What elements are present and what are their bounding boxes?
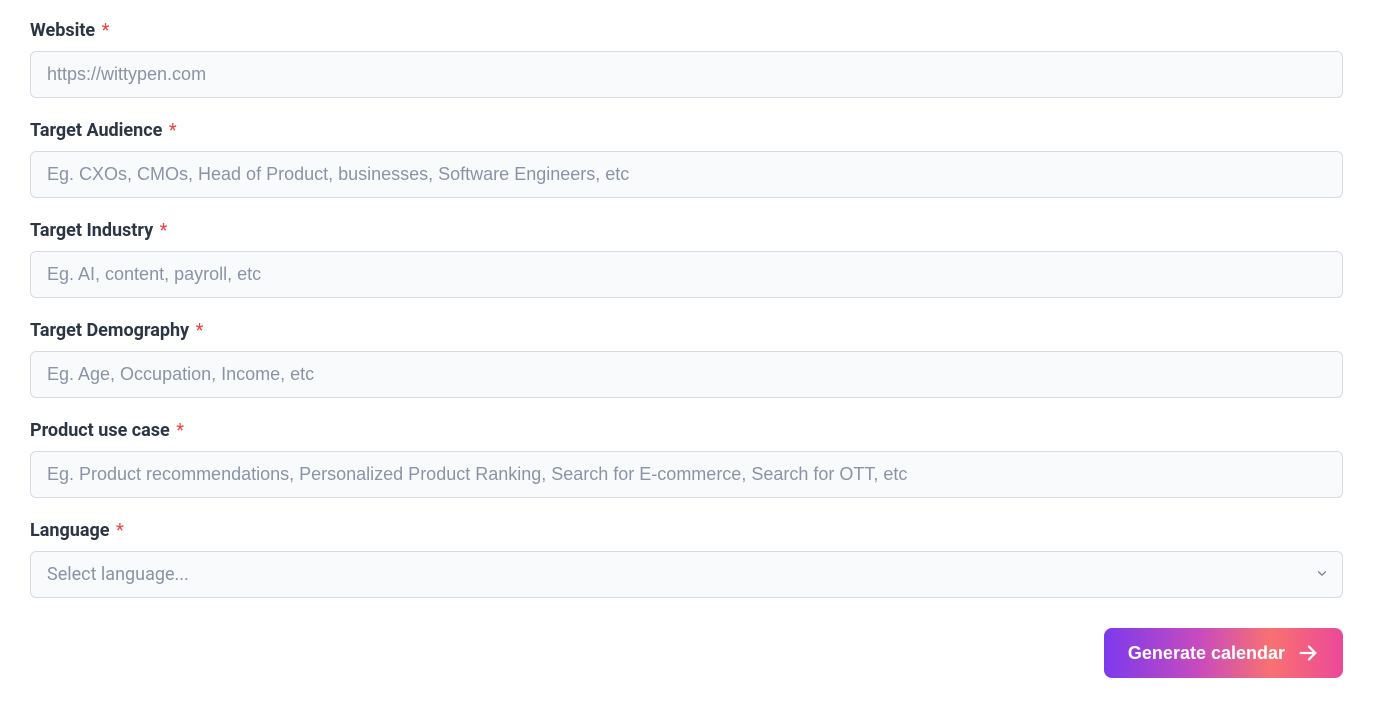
website-field-group: Website * — [30, 20, 1343, 98]
target-demography-field-group: Target Demography * — [30, 320, 1343, 398]
product-use-case-label-text: Product use case — [30, 420, 170, 441]
language-select[interactable]: Select language... — [30, 551, 1343, 598]
arrow-right-icon — [1297, 642, 1319, 664]
target-industry-input[interactable] — [30, 251, 1343, 298]
target-demography-label: Target Demography * — [30, 320, 1343, 341]
website-label: Website * — [30, 20, 1343, 41]
required-indicator: * — [196, 320, 204, 341]
target-audience-field-group: Target Audience * — [30, 120, 1343, 198]
target-demography-label-text: Target Demography — [30, 320, 189, 341]
required-indicator: * — [102, 20, 110, 41]
target-audience-label-text: Target Audience — [30, 120, 162, 141]
required-indicator: * — [116, 520, 124, 541]
website-input[interactable] — [30, 51, 1343, 98]
generate-button-label: Generate calendar — [1128, 643, 1285, 664]
target-industry-field-group: Target Industry * — [30, 220, 1343, 298]
language-field-group: Language * Select language... — [30, 520, 1343, 598]
target-audience-label: Target Audience * — [30, 120, 1343, 141]
generate-calendar-button[interactable]: Generate calendar — [1104, 628, 1343, 678]
target-audience-input[interactable] — [30, 151, 1343, 198]
product-use-case-field-group: Product use case * — [30, 420, 1343, 498]
product-use-case-input[interactable] — [30, 451, 1343, 498]
required-indicator: * — [176, 420, 184, 441]
required-indicator: * — [160, 220, 168, 241]
language-label-text: Language — [30, 520, 109, 541]
language-select-wrapper: Select language... — [30, 551, 1343, 598]
target-industry-label: Target Industry * — [30, 220, 1343, 241]
form-actions: Generate calendar — [30, 628, 1343, 678]
product-use-case-label: Product use case * — [30, 420, 1343, 441]
calendar-form: Website * Target Audience * Target Indus… — [30, 20, 1343, 678]
required-indicator: * — [169, 120, 177, 141]
target-industry-label-text: Target Industry — [30, 220, 153, 241]
website-label-text: Website — [30, 20, 95, 41]
language-label: Language * — [30, 520, 1343, 541]
target-demography-input[interactable] — [30, 351, 1343, 398]
